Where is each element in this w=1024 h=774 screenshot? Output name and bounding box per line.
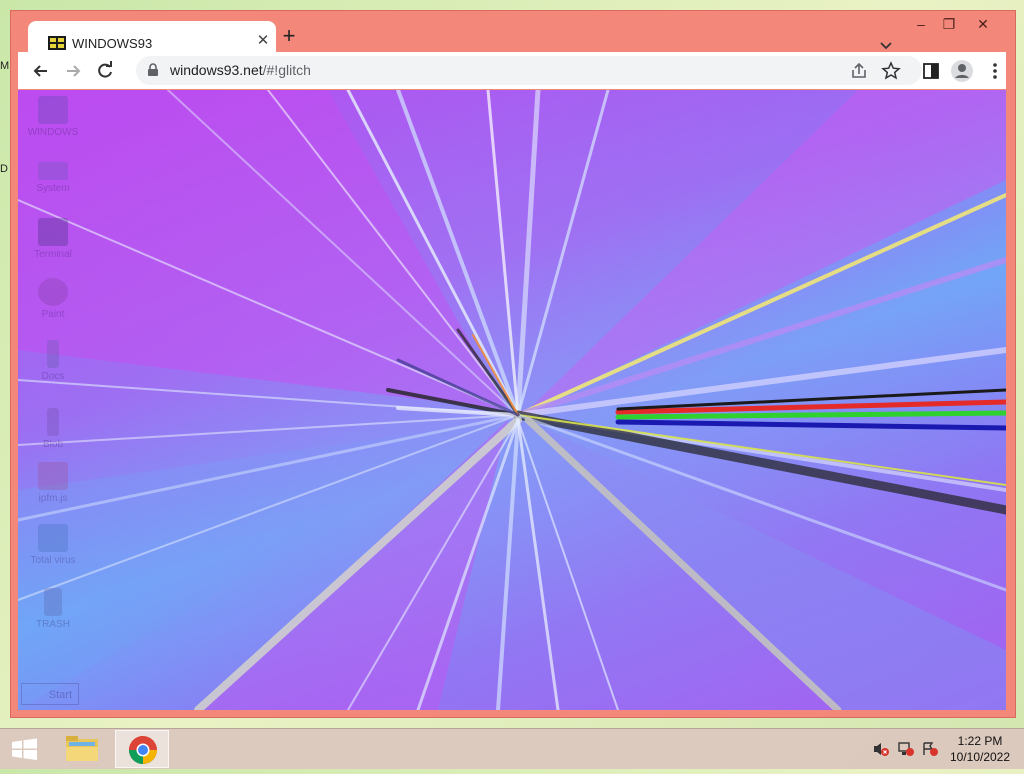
url-host: windows93.net — [170, 62, 263, 78]
desktop-item-label: WINDOWS — [27, 127, 79, 138]
desktop-item-label: Paint — [41, 309, 65, 320]
windows-logo-icon[interactable] — [0, 729, 50, 769]
forward-icon[interactable] — [60, 58, 86, 84]
windows93-start-button[interactable]: Start — [21, 683, 79, 705]
desktop-item-label: System — [36, 183, 70, 194]
tab-title: WINDOWS93 — [72, 36, 153, 51]
desktop-item-label: Blob — [42, 439, 63, 450]
desktop-item-trash[interactable]: TRASH — [23, 588, 83, 630]
browser-window: WINDOWS93 ✕ + – ❐ ✕ windows93.net/#!glit… — [10, 10, 1016, 718]
desktop-item-total-virus[interactable]: Total virus — [23, 524, 83, 566]
system-clock[interactable]: 1:22 PM 10/10/2022 — [940, 733, 1020, 765]
taskbar: 1:22 PM 10/10/2022 — [0, 728, 1024, 769]
chrome-icon — [129, 736, 157, 764]
desktop-item-ipfm[interactable]: ipfm.js — [23, 462, 83, 504]
desktop-item-terminal[interactable]: Terminal — [23, 218, 83, 260]
desktop-item-system[interactable]: System — [23, 162, 83, 194]
desktop-item-label: Docs — [41, 371, 65, 382]
minimize-icon[interactable]: – — [907, 13, 935, 35]
taskbar-chrome[interactable] — [115, 730, 169, 768]
star-icon[interactable] — [878, 58, 904, 84]
edge-letter-d: D — [0, 163, 8, 175]
taskbar-file-explorer[interactable] — [55, 730, 109, 768]
browser-toolbar: windows93.net/#!glitch — [18, 52, 1006, 89]
page-viewport[interactable]: WINDOWS System Terminal Paint Docs Blob — [18, 90, 1006, 710]
new-tab-button[interactable]: + — [278, 25, 300, 48]
network-icon[interactable] — [897, 741, 915, 757]
folder-icon — [66, 736, 98, 761]
computer-icon — [38, 96, 68, 124]
edge-letter-m: M — [0, 60, 10, 72]
url-text: windows93.net/#!glitch — [170, 62, 311, 78]
app-icon — [38, 462, 68, 490]
terminal-icon — [38, 218, 68, 246]
desktop-item-label: Total virus — [30, 555, 76, 566]
tab-close-icon[interactable]: ✕ — [254, 32, 272, 50]
volume-muted-icon[interactable] — [872, 741, 890, 757]
back-icon[interactable] — [28, 58, 54, 84]
desktop-item-label: Terminal — [34, 249, 72, 260]
drive-icon — [38, 162, 68, 180]
reload-icon[interactable] — [92, 58, 118, 84]
desktop-item-blob[interactable]: Blob — [23, 408, 83, 450]
address-bar[interactable]: windows93.net/#!glitch — [136, 56, 922, 85]
profile-icon[interactable] — [949, 58, 975, 84]
share-icon[interactable] — [846, 58, 872, 84]
side-panel-icon[interactable] — [918, 58, 944, 84]
lock-icon[interactable] — [146, 63, 160, 77]
close-window-icon[interactable]: ✕ — [969, 13, 997, 35]
clock-time: 1:22 PM — [957, 734, 1003, 748]
glitch-burst — [18, 90, 1006, 710]
menu-icon[interactable] — [982, 58, 1008, 84]
wrench-icon — [47, 340, 59, 368]
desktop-item-windows[interactable]: WINDOWS — [23, 96, 83, 138]
desktop-item-label: ipfm.js — [38, 493, 68, 504]
figure-icon — [47, 408, 59, 436]
trash-icon — [44, 588, 62, 616]
url-path: /#!glitch — [262, 62, 311, 78]
windows93-favicon — [48, 36, 66, 50]
palette-icon — [38, 278, 68, 306]
desktop-item-paint[interactable]: Paint — [23, 278, 83, 320]
desktop-item-label: TRASH — [36, 619, 70, 630]
maximize-icon[interactable]: ❐ — [935, 13, 963, 35]
virus-icon — [38, 524, 68, 552]
action-center-icon[interactable] — [921, 741, 939, 757]
clock-date: 10/10/2022 — [949, 750, 1011, 764]
desktop-item-docs[interactable]: Docs — [23, 340, 83, 382]
